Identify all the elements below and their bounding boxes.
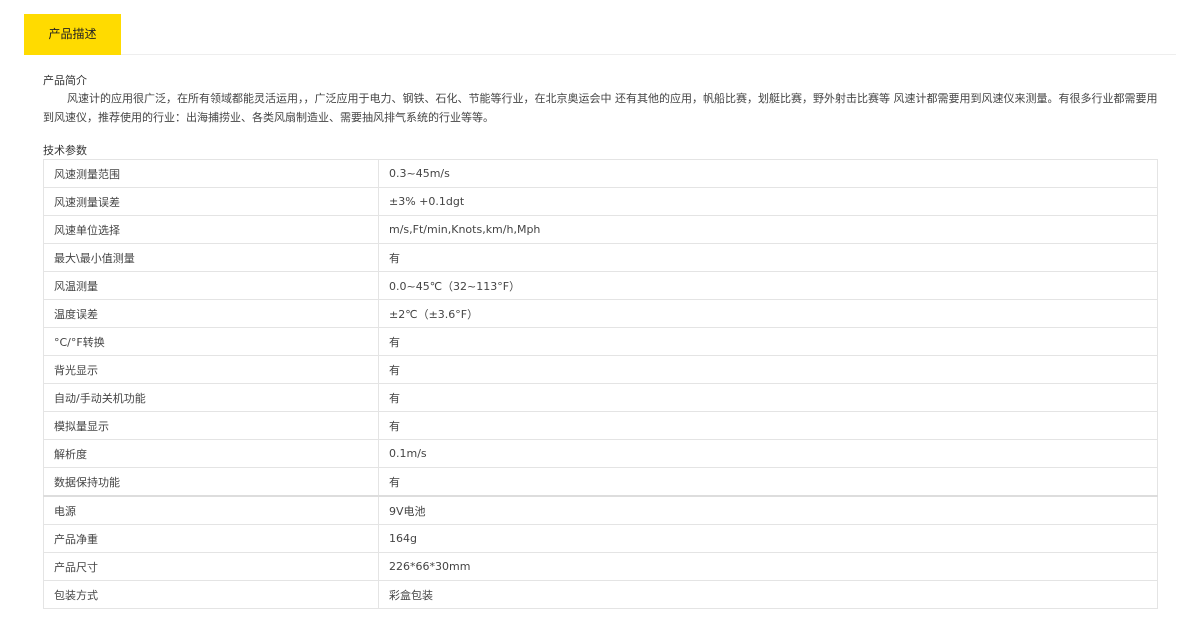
table-row: 风速测量范围 0.3~45m/s xyxy=(43,159,1158,188)
spec-name: 风速测量误差 xyxy=(43,187,379,216)
spec-name: 模拟量显示 xyxy=(43,411,379,440)
spec-value: 有 xyxy=(378,383,1158,412)
table-row: 风温测量 0.0~45℃（32~113°F） xyxy=(43,271,1158,300)
table-row: 温度误差 ±2℃（±3.6°F） xyxy=(43,299,1158,328)
table-row: 风速单位选择 m/s,Ft/min,Knots,km/h,Mph xyxy=(43,215,1158,244)
spec-value: ±2℃（±3.6°F） xyxy=(378,299,1158,328)
product-description-content: 产品简介 风速计的应用很广泛，在所有领域都能灵活运用，，广泛应用于电力、钢铁、石… xyxy=(43,73,1158,609)
spec-value: 有 xyxy=(378,327,1158,356)
spec-name: 风速单位选择 xyxy=(43,215,379,244)
table-row: 产品净重 164g xyxy=(43,524,1158,553)
table-row: 数据保持功能 有 xyxy=(43,467,1158,497)
table-row: 电源 9V电池 xyxy=(43,495,1158,525)
table-row: 解析度 0.1m/s xyxy=(43,439,1158,468)
table-row: 风速测量误差 ±3% +0.1dgt xyxy=(43,187,1158,216)
spec-value: 9V电池 xyxy=(378,495,1158,525)
table-row: 产品尺寸 226*66*30mm xyxy=(43,552,1158,581)
table-row: 最大\最小值测量 有 xyxy=(43,243,1158,272)
intro-paragraph: 风速计的应用很广泛，在所有领域都能灵活运用，，广泛应用于电力、钢铁、石化、节能等… xyxy=(43,92,1158,124)
spec-name: °C/°F转换 xyxy=(43,327,379,356)
table-row: 模拟量显示 有 xyxy=(43,411,1158,440)
spec-name: 产品净重 xyxy=(43,524,379,553)
table-row: 包装方式 彩盒包装 xyxy=(43,580,1158,609)
spec-value: 164g xyxy=(378,524,1158,553)
table-row: 背光显示 有 xyxy=(43,355,1158,384)
spec-name: 包装方式 xyxy=(43,580,379,609)
spec-value: 226*66*30mm xyxy=(378,552,1158,581)
spec-name: 电源 xyxy=(43,495,379,525)
spec-value: 有 xyxy=(378,411,1158,440)
spec-value: 有 xyxy=(378,467,1158,497)
spec-name: 数据保持功能 xyxy=(43,467,379,497)
spec-value: m/s,Ft/min,Knots,km/h,Mph xyxy=(378,215,1158,244)
specs-heading: 技术参数 xyxy=(43,144,87,157)
spec-name: 解析度 xyxy=(43,439,379,468)
spec-name: 风温测量 xyxy=(43,271,379,300)
tab-bar: 产品描述 xyxy=(24,14,1176,55)
spec-value: 0.3~45m/s xyxy=(378,159,1158,188)
spec-name: 温度误差 xyxy=(43,299,379,328)
table-row: 自动/手动关机功能 有 xyxy=(43,383,1158,412)
tab-product-description[interactable]: 产品描述 xyxy=(24,14,121,55)
spec-name: 自动/手动关机功能 xyxy=(43,383,379,412)
spec-name: 产品尺寸 xyxy=(43,552,379,581)
specs-table: 风速测量范围 0.3~45m/s 风速测量误差 ±3% +0.1dgt 风速单位… xyxy=(43,159,1158,609)
spec-value: 有 xyxy=(378,355,1158,384)
spec-value: 0.1m/s xyxy=(378,439,1158,468)
spec-value: 0.0~45℃（32~113°F） xyxy=(378,271,1158,300)
spec-name: 最大\最小值测量 xyxy=(43,243,379,272)
spec-name: 背光显示 xyxy=(43,355,379,384)
spec-name: 风速测量范围 xyxy=(43,159,379,188)
spec-value: 彩盒包装 xyxy=(378,580,1158,609)
table-row: °C/°F转换 有 xyxy=(43,327,1158,356)
spec-value: ±3% +0.1dgt xyxy=(378,187,1158,216)
spec-value: 有 xyxy=(378,243,1158,272)
intro-heading: 产品简介 xyxy=(43,74,87,87)
